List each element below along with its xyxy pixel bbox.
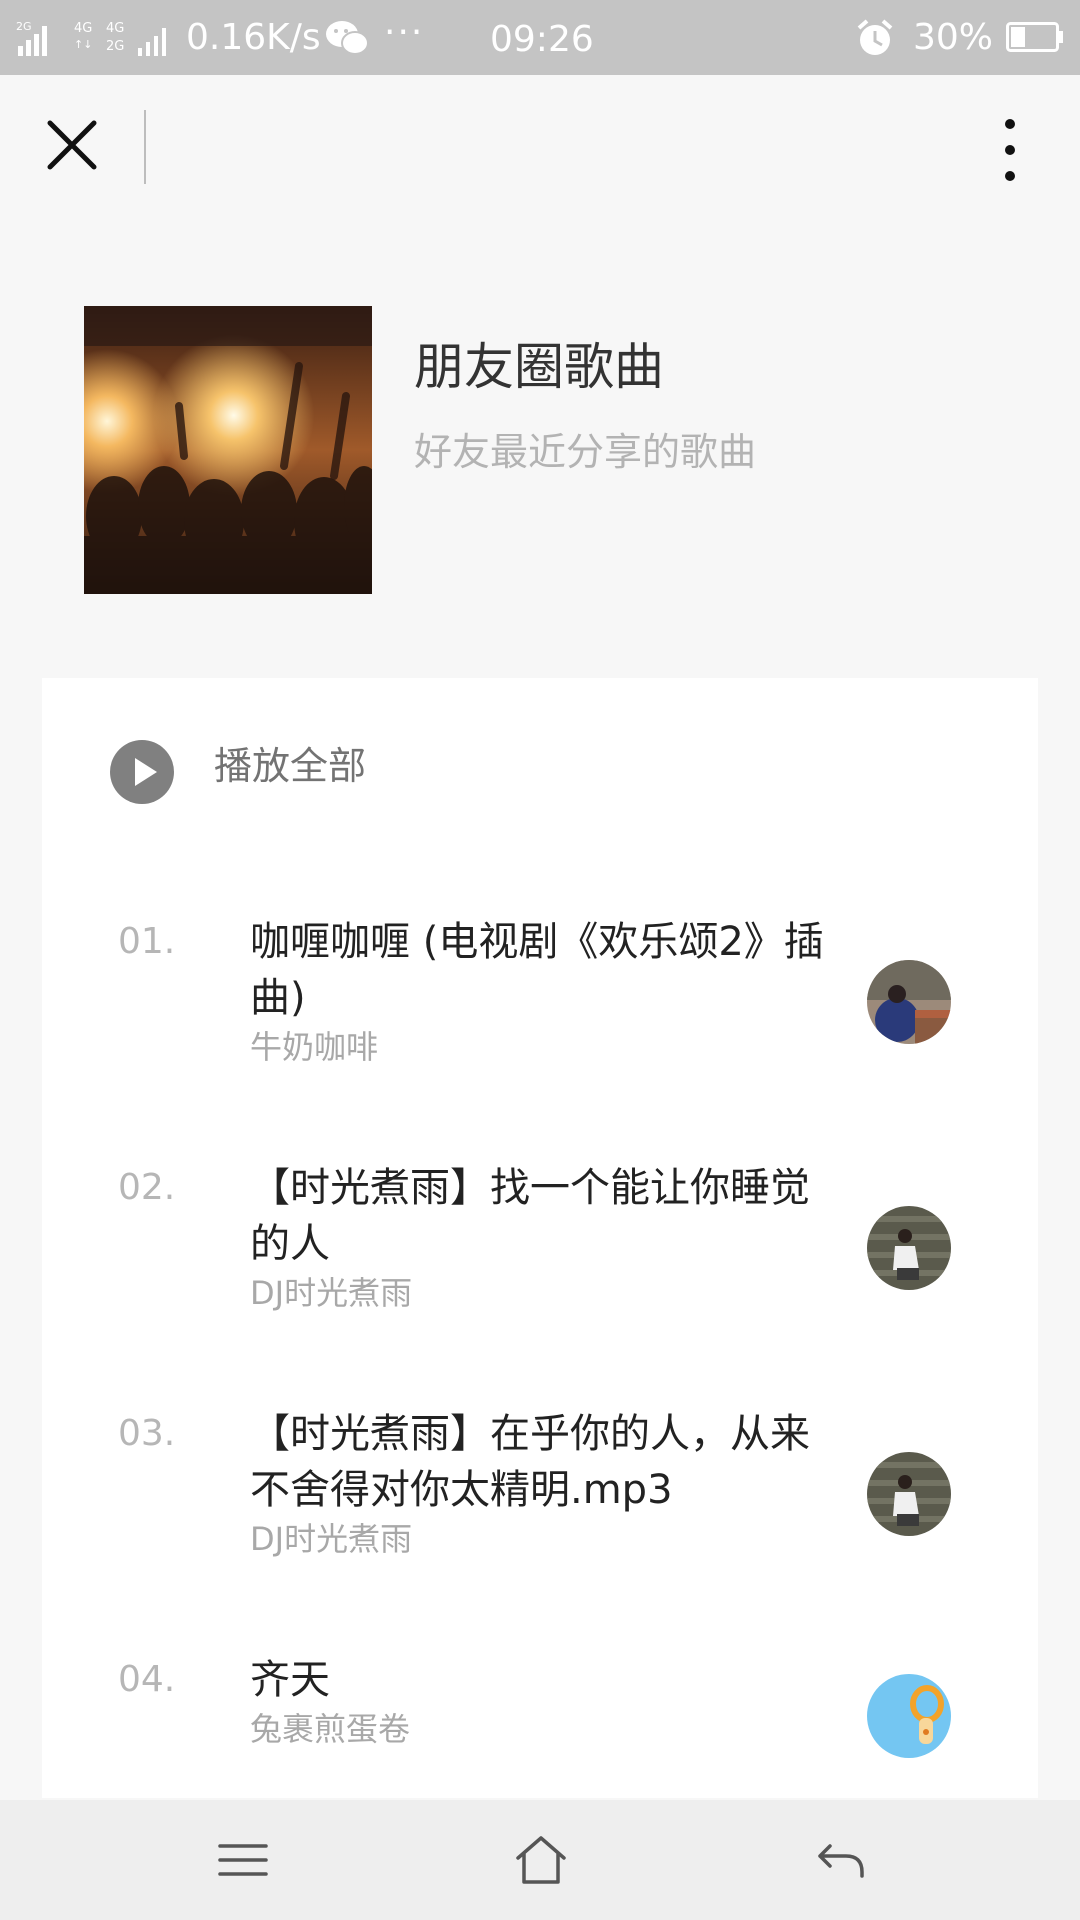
svg-text:↑↓: ↑↓	[74, 38, 92, 51]
song-title: 咖喱咖喱 (电视剧《欢乐颂2》插曲)	[250, 919, 824, 1021]
play-all-label[interactable]: 播放全部	[214, 742, 366, 790]
sharer-avatar[interactable]	[867, 1452, 951, 1536]
signal-icon: 2G 4G ↑↓ 4G 2G	[16, 20, 166, 56]
playlist-title: 朋友圈歌曲	[414, 338, 664, 396]
svg-text:2G: 2G	[106, 39, 124, 54]
song-number: 03.	[118, 1413, 176, 1454]
more-notifications-indicator: ···	[384, 12, 425, 53]
battery-icon	[1006, 22, 1063, 52]
song-title: 齐天	[250, 1657, 330, 1703]
playlist-cover-image	[84, 306, 372, 594]
system-nav-bar	[0, 1800, 1080, 1920]
song-number: 01.	[118, 921, 176, 962]
screen: 2G 4G ↑↓ 4G 2G 0.16K/s ··· 09:26 30% 朋友圈…	[0, 0, 1080, 1920]
divider	[144, 110, 146, 184]
svg-text:4G: 4G	[74, 21, 92, 36]
top-bar	[0, 75, 1080, 225]
song-row[interactable]: 01. 咖喱咖喱 (电视剧《欢乐颂2》插曲) 牛奶咖啡	[42, 914, 1038, 1066]
song-list-card: 播放全部 01. 咖喱咖喱 (电视剧《欢乐颂2》插曲) 牛奶咖啡 02. 【时光…	[42, 678, 1038, 1798]
play-circle-icon[interactable]	[110, 740, 174, 804]
song-row[interactable]: 02. 【时光煮雨】找一个能让你睡觉的人 DJ时光煮雨	[42, 1160, 1038, 1312]
clock: 09:26	[490, 19, 594, 60]
playlist-subtitle: 好友最近分享的歌曲	[414, 430, 757, 474]
play-all-row[interactable]: 播放全部	[42, 678, 1038, 858]
song-title: 【时光煮雨】在乎你的人，从来不舍得对你太精明.mp3	[250, 1411, 810, 1513]
battery-percent: 30%	[913, 17, 994, 58]
sharer-avatar[interactable]	[867, 1674, 951, 1758]
menu-icon[interactable]	[218, 1840, 268, 1880]
song-artist: DJ时光煮雨	[250, 1274, 413, 1312]
song-artist: DJ时光煮雨	[250, 1520, 413, 1558]
sharer-avatar[interactable]	[867, 960, 951, 1044]
song-artist: 兔裹煎蛋卷	[250, 1710, 411, 1748]
svg-text:4G: 4G	[106, 21, 124, 36]
song-number: 02.	[118, 1167, 176, 1208]
svg-text:2G: 2G	[16, 20, 32, 33]
song-number: 04.	[118, 1659, 176, 1700]
song-row[interactable]: 04. 齐天 兔裹煎蛋卷	[42, 1652, 1038, 1772]
wechat-icon	[326, 21, 369, 55]
net-speed: 0.16K/s	[186, 17, 321, 58]
sharer-avatar[interactable]	[867, 1206, 951, 1290]
alarm-icon	[857, 19, 893, 55]
more-vertical-icon[interactable]	[985, 115, 1035, 185]
song-row[interactable]: 03. 【时光煮雨】在乎你的人，从来不舍得对你太精明.mp3 DJ时光煮雨	[42, 1406, 1038, 1558]
close-icon[interactable]	[42, 115, 102, 175]
back-icon[interactable]	[816, 1840, 866, 1880]
home-icon[interactable]	[514, 1834, 568, 1886]
song-artist: 牛奶咖啡	[250, 1028, 379, 1066]
song-title: 【时光煮雨】找一个能让你睡觉的人	[250, 1165, 810, 1267]
status-bar: 2G 4G ↑↓ 4G 2G 0.16K/s ··· 09:26 30%	[0, 0, 1080, 75]
